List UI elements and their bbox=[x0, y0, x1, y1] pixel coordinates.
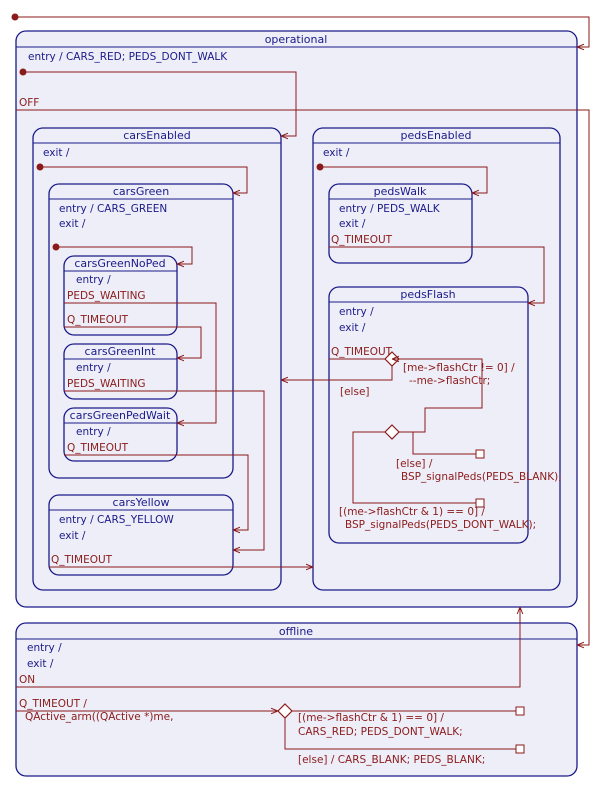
state-pedsFlash-name: pedsFlash bbox=[400, 288, 455, 301]
state-pedsWalk-name: pedsWalk bbox=[374, 185, 427, 198]
state-carsGreen-name: carsGreen bbox=[113, 185, 169, 198]
state-offline[interactable]: offline entry / exit / ON Q_TIMEOUT / QA… bbox=[15, 622, 578, 777]
state-operational-name: operational bbox=[265, 33, 328, 46]
state-pedsFlash[interactable]: pedsFlash entry / exit / Q_TIMEOUT [me->… bbox=[328, 286, 562, 544]
state-carsEnabled-name: carsEnabled bbox=[123, 129, 191, 142]
offline-on-trigger: ON bbox=[19, 674, 35, 686]
carsGreenNoPed-timeout-trigger: Q_TIMEOUT bbox=[67, 314, 129, 326]
pedsWalk-entry-action: entry / PEDS_WALK bbox=[339, 203, 441, 215]
carsYellow-exit-action: exit / bbox=[59, 530, 86, 542]
pedsFlash-guard-nonzero-line2: --me->flashCtr; bbox=[409, 375, 490, 387]
pedsWalk-timeout-trigger: Q_TIMEOUT bbox=[331, 234, 393, 246]
pedsFlash-else-blank-line1: [else] / bbox=[396, 458, 433, 470]
state-pedsEnabled-name: pedsEnabled bbox=[401, 129, 472, 142]
offline-exit-action: exit / bbox=[27, 658, 54, 670]
offline-guard-even-line2: CARS_RED; PEDS_DONT_WALK; bbox=[298, 726, 463, 738]
state-carsGreenPedWait-name: carsGreenPedWait bbox=[70, 409, 171, 422]
terminal-port-3 bbox=[515, 706, 525, 716]
offline-timeout-line2: QActive_arm((QActive *)me, bbox=[25, 711, 173, 723]
terminal-port-4 bbox=[515, 744, 525, 754]
carsYellow-entry-action: entry / CARS_YELLOW bbox=[59, 514, 174, 526]
carsEnabled-exit-action: exit / bbox=[43, 147, 70, 159]
state-pedsWalk[interactable]: pedsWalk entry / PEDS_WALK exit / Q_TIME… bbox=[328, 183, 473, 264]
state-carsGreenInt-name: carsGreenInt bbox=[85, 345, 157, 358]
terminal-port-1 bbox=[475, 449, 485, 459]
terminal-port-2 bbox=[475, 498, 485, 508]
carsGreenPedWait-timeout-trigger: Q_TIMEOUT bbox=[67, 442, 129, 454]
offline-else-blank: [else] / CARS_BLANK; PEDS_BLANK; bbox=[298, 754, 485, 766]
operational-entry-action: entry / CARS_RED; PEDS_DONT_WALK bbox=[28, 51, 228, 63]
offline-timeout-line1: Q_TIMEOUT / bbox=[19, 698, 87, 710]
carsGreenInt-entry-action: entry / bbox=[76, 362, 111, 374]
carsGreenInt-peds-waiting-trigger: PEDS_WAITING bbox=[67, 378, 146, 390]
pedsFlash-exit-action: exit / bbox=[339, 322, 366, 334]
offline-entry-action: entry / bbox=[27, 642, 62, 654]
state-offline-name: offline bbox=[279, 625, 313, 638]
state-carsGreenPedWait[interactable]: carsGreenPedWait entry / Q_TIMEOUT bbox=[63, 407, 178, 462]
pedsFlash-else-blank-line2: BSP_signalPeds(PEDS_BLANK); bbox=[401, 471, 562, 483]
offline-guard-even-line1: [(me->flashCtr & 1) == 0] / bbox=[298, 712, 444, 724]
carsGreenNoPed-entry-action: entry / bbox=[76, 274, 111, 286]
pedsEnabled-exit-action: exit / bbox=[323, 147, 350, 159]
carsGreen-entry-action: entry / CARS_GREEN bbox=[59, 203, 167, 215]
pedsFlash-else-label: [else] bbox=[340, 386, 370, 398]
pedsFlash-entry-action: entry / bbox=[339, 306, 374, 318]
pedsFlash-guard-nonzero-line1: [me->flashCtr != 0] / bbox=[403, 362, 515, 374]
state-carsYellow-name: carsYellow bbox=[113, 496, 170, 509]
pedsFlash-timeout-trigger: Q_TIMEOUT bbox=[331, 346, 393, 358]
statechart-diagram: operational entry / CARS_RED; PEDS_DONT_… bbox=[11, 13, 590, 777]
state-carsGreenNoPed[interactable]: carsGreenNoPed entry / PEDS_WAITING Q_TI… bbox=[63, 255, 178, 336]
carsGreen-exit-action: exit / bbox=[59, 218, 86, 230]
pedsFlash-guard-even-line1: [(me->flashCtr & 1) == 0] / bbox=[339, 506, 485, 518]
carsGreenPedWait-entry-action: entry / bbox=[76, 426, 111, 438]
state-carsYellow[interactable]: carsYellow entry / CARS_YELLOW exit / Q_… bbox=[48, 494, 234, 576]
state-carsGreenNoPed-name: carsGreenNoPed bbox=[74, 257, 165, 270]
pedsFlash-guard-even-line2: BSP_signalPeds(PEDS_DONT_WALK); bbox=[345, 519, 536, 531]
carsYellow-timeout-trigger: Q_TIMEOUT bbox=[51, 554, 113, 566]
pedsWalk-exit-action: exit / bbox=[339, 218, 366, 230]
operational-off-trigger: OFF bbox=[19, 97, 39, 109]
carsGreenNoPed-peds-waiting-trigger: PEDS_WAITING bbox=[67, 290, 146, 302]
